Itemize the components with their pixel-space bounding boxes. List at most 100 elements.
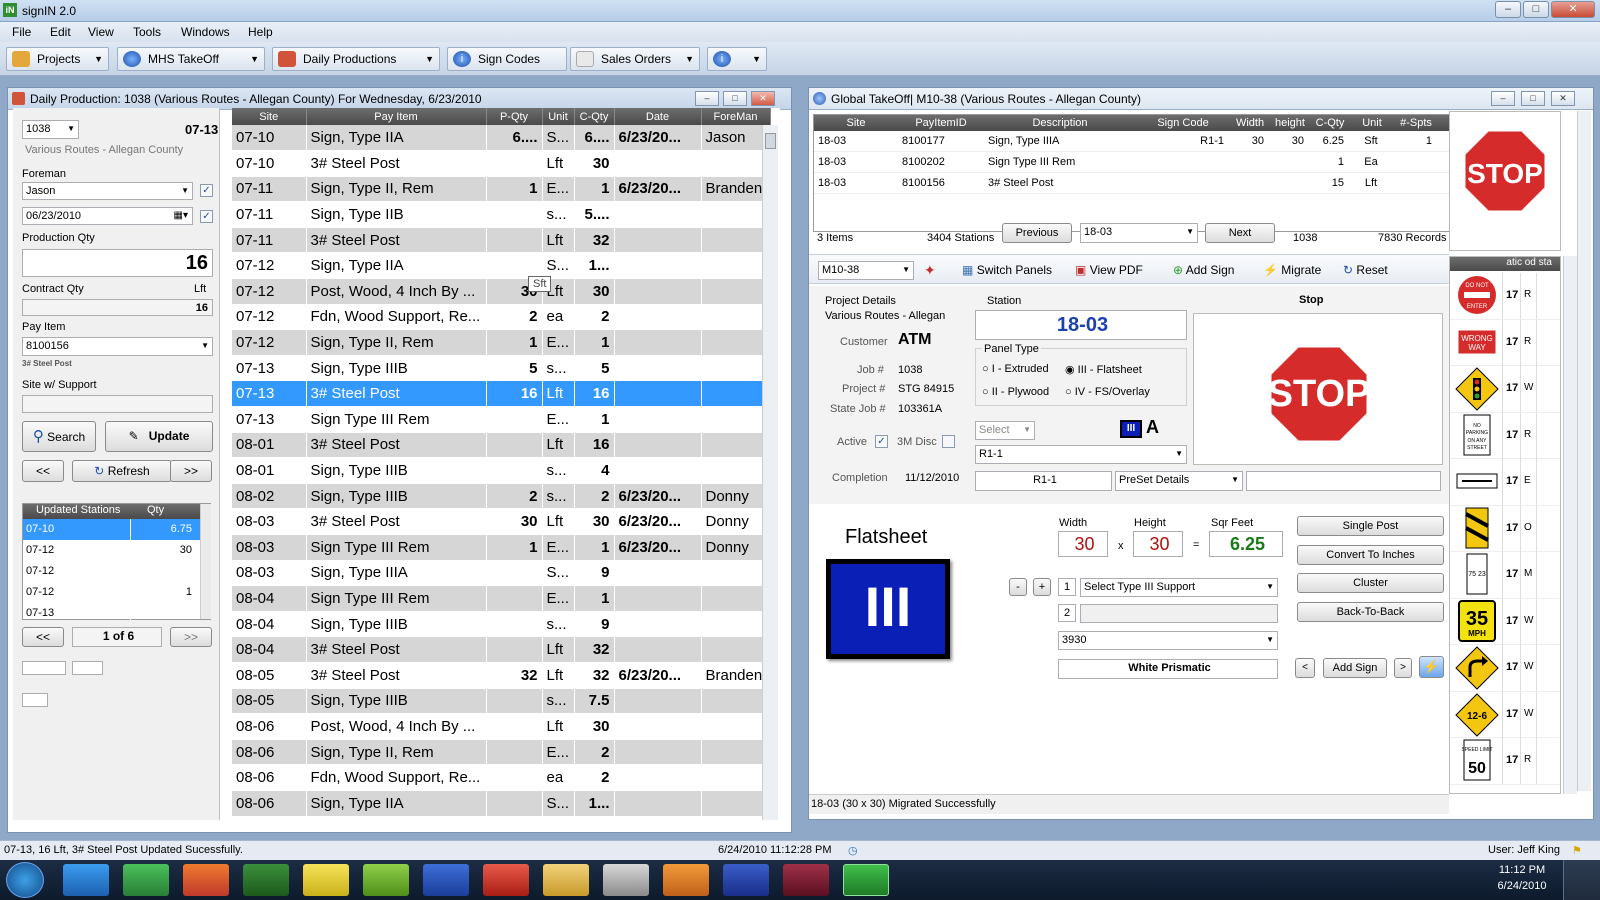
key-app-icon[interactable] [783,864,829,896]
width-input[interactable]: 30 [1058,531,1108,557]
grid-scrollbar[interactable] [762,125,778,820]
infopath-icon[interactable] [423,864,469,896]
table-row[interactable]: 08-04 Sign Type III Rem E... 1 [232,585,771,612]
table-row[interactable]: 07-10 3# Steel Post Lft 30 [232,150,771,177]
panel-maximize-button[interactable]: □ [723,91,747,106]
column-header[interactable]: Unit [1350,115,1394,131]
switch-panels-button[interactable]: ▦ Switch Panels [962,263,1052,277]
column-header[interactable]: Date [614,108,702,125]
list-item[interactable]: 07-13 [23,603,200,624]
menu-file[interactable]: File [12,25,31,39]
sheeting-field[interactable]: White Prismatic [1058,659,1278,679]
next-button[interactable]: >> [170,460,212,482]
list-item[interactable]: 17 O [1450,505,1560,552]
paint-icon[interactable] [183,864,229,896]
table-row[interactable]: 07-13 Sign, Type IIIB 5 s... 5 [232,355,771,382]
close-button[interactable]: ✕ [1551,1,1595,18]
table-row[interactable]: 08-03 Sign, Type IIIA S... 9 [232,560,771,587]
list-scrollbar[interactable] [200,504,211,619]
lightning-icon[interactable]: ⚡ [1419,656,1444,678]
menu-view[interactable]: View [88,25,114,39]
table-row[interactable]: 07-12 Sign, Type IIA S... 1... [232,252,771,280]
radio-extruded[interactable]: ○ I - Extruded [982,363,1049,375]
previous-button[interactable]: Previous [1002,223,1072,243]
date-picker[interactable]: 06/23/2010 ▦▾ [22,207,193,225]
table-row[interactable]: 07-12 Sign, Type II, Rem 1 E... 1 [232,329,771,356]
convert-inches-button[interactable]: Convert To Inches [1297,545,1444,565]
panel-scrollbar[interactable] [1577,111,1591,791]
list-item[interactable]: 17 W [1450,645,1560,692]
material-select[interactable]: 3930 ▼ [1058,631,1278,650]
table-row[interactable]: 08-01 Sign, Type IIIB s... 4 [232,457,771,484]
column-header[interactable]: PayItemID [898,115,984,131]
pay-item-select[interactable]: 8100156 ▼ [22,337,213,356]
list-item[interactable]: 75 23 17 M [1450,552,1560,599]
table-row[interactable]: 07-13 Sign Type III Rem E... 1 [232,406,771,433]
scrollbar-thumb[interactable] [765,133,776,149]
media-center-icon[interactable] [123,864,169,896]
pin-icon[interactable]: ✦ [924,262,936,279]
column-header[interactable]: Description [984,115,1136,131]
route-select[interactable]: M10-38 ▼ [818,261,914,280]
list-item[interactable]: SPEED LIMIT 50 17 R [1450,738,1560,785]
column-header[interactable]: Site [232,108,307,125]
date-checkbox[interactable]: ✓ [200,210,213,223]
foreman-select[interactable]: Jason ▼ [22,182,193,200]
sc-app-icon[interactable] [723,864,769,896]
list-item[interactable]: NO PARKING ON ANY STREET 17 R [1450,412,1560,459]
list-item[interactable]: 12-6 17 W [1450,691,1560,738]
chevron-down-icon[interactable]: ▼ [94,48,103,70]
table-row[interactable]: 08-06 Sign, Type IIA S... 1... [232,790,771,817]
table-row[interactable]: 08-01 3# Steel Post Lft 16 [232,432,771,459]
menu-edit[interactable]: Edit [50,25,71,39]
column-header[interactable]: Site [814,115,898,131]
list-item[interactable]: 17 E [1450,459,1560,506]
panel-minimize-button[interactable]: – [695,91,719,106]
table-row[interactable]: 18-03 8100202 Sign Type III Rem 1 Ea [814,152,1449,173]
clock[interactable]: 11:12 PM 6/24/2010 [1487,864,1557,892]
column-header[interactable]: P-Qty [486,108,543,125]
list-item[interactable]: 17 W [1450,366,1560,413]
list-item[interactable]: 07-12 1 [23,582,200,603]
add-sign-button[interactable]: ⊕ Add Sign [1173,263,1234,277]
cluster-button[interactable]: Cluster [1297,573,1444,593]
signin-active-icon[interactable] [843,864,889,896]
sales-orders-button[interactable]: Sales Orders ▼ [570,47,700,71]
view-pdf-button[interactable]: ▣ View PDF [1075,263,1143,277]
table-row[interactable]: 08-06 Sign, Type II, Rem E... 2 [232,739,771,766]
sign-code-box[interactable]: R1-1 [975,471,1112,491]
menu-windows[interactable]: Windows [181,25,230,39]
dreamweaver-icon[interactable] [363,864,409,896]
grade-select[interactable]: Select ▼ [975,421,1035,440]
table-row[interactable]: 07-12Post, Wood, 4 Inch By ...30Lft30 [232,278,771,305]
single-post-button[interactable]: Single Post [1297,516,1444,536]
station-select[interactable]: 18-03 ▼ [1080,223,1198,243]
list-item[interactable]: DO NOT ENTER 17 R [1450,273,1560,320]
blank-field-1[interactable] [22,661,66,675]
search-button[interactable]: ⚲ Search [22,421,96,452]
table-row[interactable]: 08-03 3# Steel Post 30 Lft 30 6/23/20... Donny [232,508,771,535]
start-button[interactable] [6,862,44,898]
table-row[interactable]: 18-03 8100156 3# Steel Post 15 Lft [814,173,1449,194]
panel-minimize-button[interactable]: – [1491,91,1515,106]
table-row[interactable]: 08-05 3# Steel Post 32 Lft 32 6/23/20... Brand… [232,662,771,689]
radio-overlay[interactable]: ○ IV - FS/Overlay [1065,386,1150,398]
radio-plywood[interactable]: ○ II - Plywood [982,386,1049,398]
sign-library-scrollbar[interactable] [1563,256,1577,794]
migrate-button[interactable]: ⚡ Migrate [1263,263,1321,277]
table-row[interactable]: 08-03 Sign Type III Rem 1 E... 1 6/23/20... Do… [232,534,771,561]
internet-explorer-icon[interactable] [63,864,109,896]
info-badge-button[interactable]: i ▼ [707,47,767,71]
calculator-icon[interactable] [603,864,649,896]
reset-button[interactable]: ↻ Reset [1343,263,1388,277]
plus-button[interactable]: + [1033,578,1051,596]
panel-maximize-button[interactable]: □ [1521,91,1545,106]
mhs-takeoff-button[interactable]: MHS TakeOff ▼ [117,47,265,71]
table-row[interactable]: 07-11 Sign, Type IIB s... 5.... [232,201,771,228]
column-header[interactable]: C-Qty [1310,115,1350,131]
table-row[interactable]: 08-04 3# Steel Post Lft 32 [232,636,771,663]
panel-close-button[interactable]: ✕ [751,91,775,106]
table-row[interactable]: 08-05 Sign, Type IIIB s... 7.5 [232,688,771,715]
list-item[interactable]: 35 MPH 17 W [1450,598,1560,645]
active-checkbox[interactable]: ✓ [875,435,888,448]
